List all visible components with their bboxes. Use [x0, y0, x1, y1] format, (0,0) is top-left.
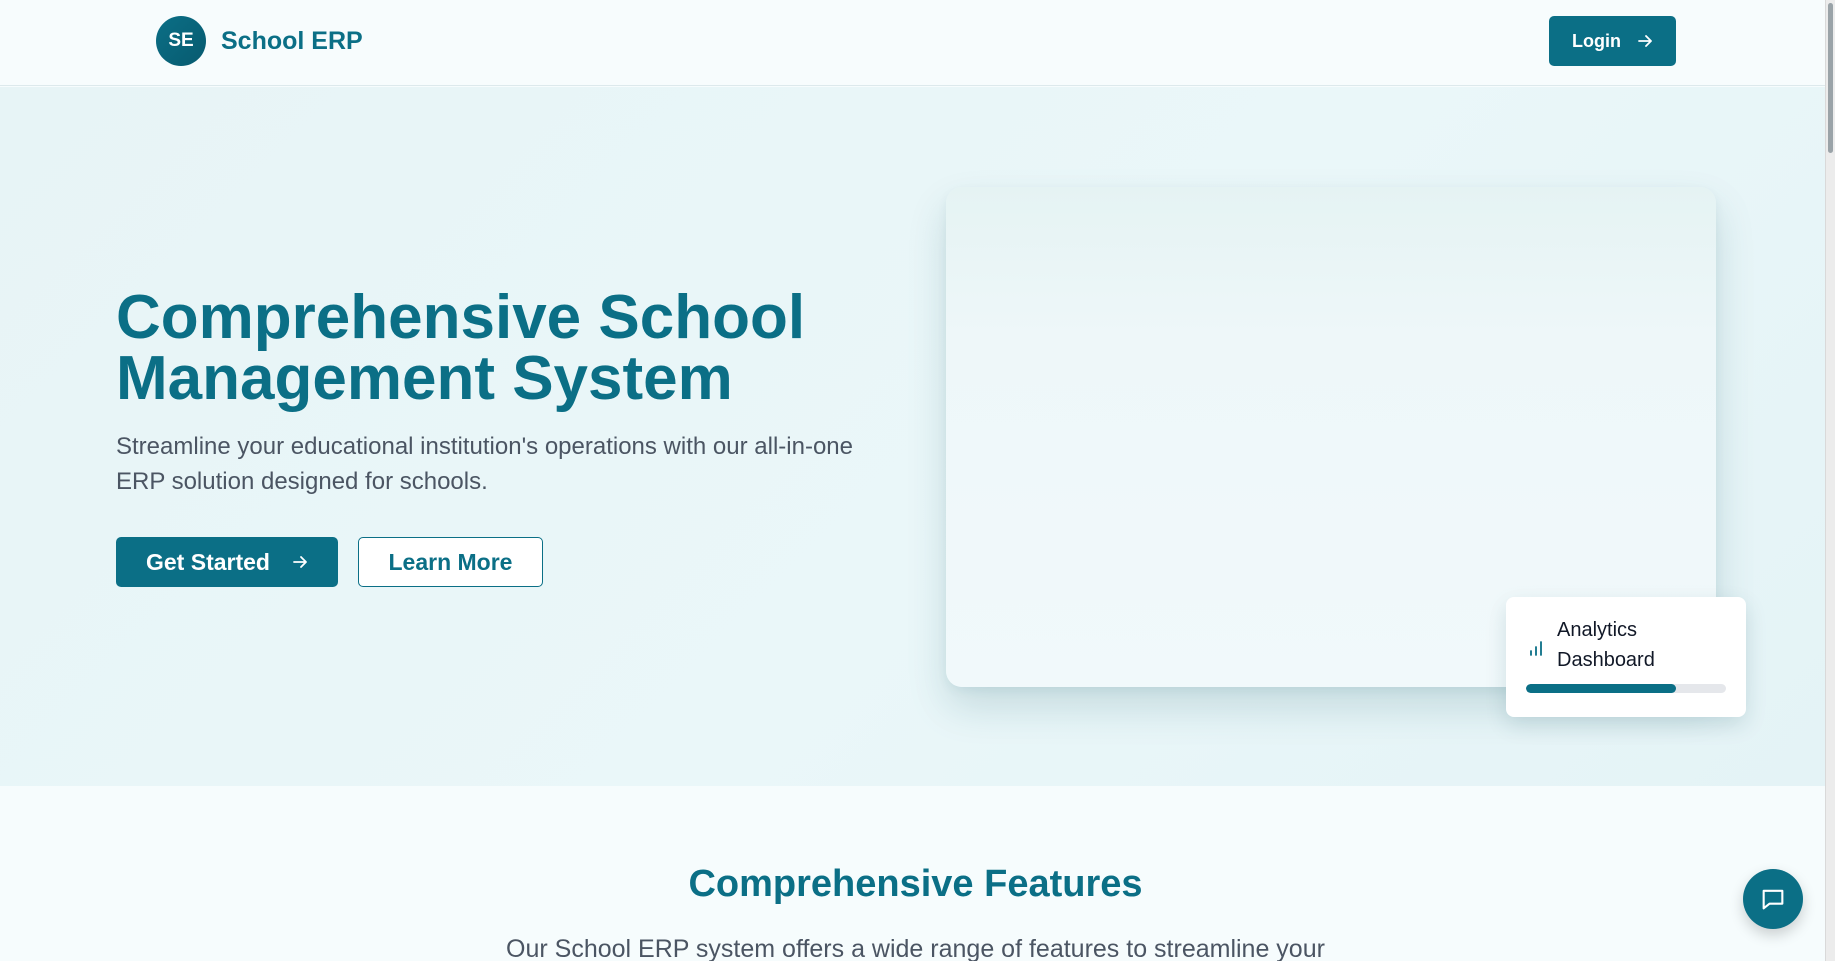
- chat-button[interactable]: [1743, 869, 1803, 929]
- page: SE School ERP Login Comprehensive School…: [0, 0, 1825, 961]
- brand-name: School ERP: [221, 26, 363, 55]
- arrow-right-icon: [293, 556, 307, 568]
- analytics-progress-fill: [1526, 684, 1676, 693]
- login-button-label: Login: [1572, 30, 1621, 51]
- features-title: Comprehensive Features: [688, 863, 1143, 905]
- arrow-right-icon: [1638, 35, 1652, 47]
- hero-subtitle: Streamline your educational institution'…: [116, 433, 853, 495]
- learn-more-button[interactable]: Learn More: [358, 537, 543, 587]
- get-started-button[interactable]: Get Started: [116, 537, 338, 587]
- login-button[interactable]: Login: [1549, 16, 1676, 66]
- scrollbar-thumb[interactable]: [1828, 3, 1833, 153]
- analytics-progress-track: [1526, 684, 1726, 693]
- brand-logo[interactable]: SE School ERP: [156, 16, 363, 66]
- hero-title: Comprehensive School Management System: [116, 283, 806, 413]
- brand-badge: SE: [156, 16, 206, 66]
- analytics-label: Analytics Dashboard: [1557, 619, 1655, 671]
- hero-section: Comprehensive School Management System S…: [0, 87, 1825, 786]
- get-started-label: Get Started: [146, 548, 270, 575]
- analytics-dashboard-card: Analytics Dashboard: [1506, 597, 1746, 717]
- top-navbar: SE School ERP Login: [0, 0, 1825, 86]
- page-scrollbar[interactable]: [1825, 0, 1835, 961]
- bar-chart-icon: [1530, 641, 1542, 656]
- features-subtitle: Our School ERP system offers a wide rang…: [506, 935, 1325, 961]
- chat-bubble-icon: [1762, 889, 1784, 910]
- learn-more-label: Learn More: [388, 548, 513, 575]
